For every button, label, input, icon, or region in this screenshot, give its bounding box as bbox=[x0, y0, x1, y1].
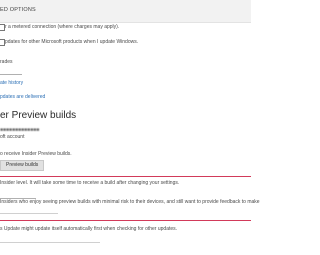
insider-level-text: Insider level. It will take some time to… bbox=[0, 180, 180, 186]
highlight-line-top bbox=[0, 176, 251, 177]
ms-products-text: pdates for other Microsoft products when… bbox=[5, 39, 139, 45]
header-bar: ED OPTIONS bbox=[0, 0, 251, 23]
update-history-link[interactable]: ate history bbox=[0, 80, 23, 86]
footer-divider bbox=[0, 242, 100, 243]
preview-builds-button-label: Preview builds bbox=[6, 162, 39, 168]
description-underline bbox=[0, 213, 58, 214]
account-email-blurred: ■■■■■■■■■■■■■ bbox=[0, 127, 40, 133]
insider-section-title: er Preview builds bbox=[0, 110, 77, 121]
preview-builds-button[interactable]: Preview builds bbox=[0, 160, 45, 171]
account-type-text: oft account bbox=[0, 134, 25, 140]
upgrades-label: rades bbox=[0, 59, 13, 65]
insider-level-select[interactable] bbox=[0, 190, 36, 199]
highlight-line-bottom bbox=[0, 220, 251, 221]
footer-note: s Update might update itself automatical… bbox=[0, 226, 178, 232]
receive-builds-text: o receive Insider Preview builds. bbox=[0, 151, 72, 157]
page-title: ED OPTIONS bbox=[0, 7, 36, 13]
upgrades-select[interactable] bbox=[0, 66, 22, 75]
delivery-link[interactable]: pdates are delivered bbox=[0, 94, 45, 100]
metered-connection-text: r a metered connection (where charges ma… bbox=[5, 24, 120, 30]
insider-description-text: Insiders who enjoy seeing preview builds… bbox=[0, 199, 260, 205]
